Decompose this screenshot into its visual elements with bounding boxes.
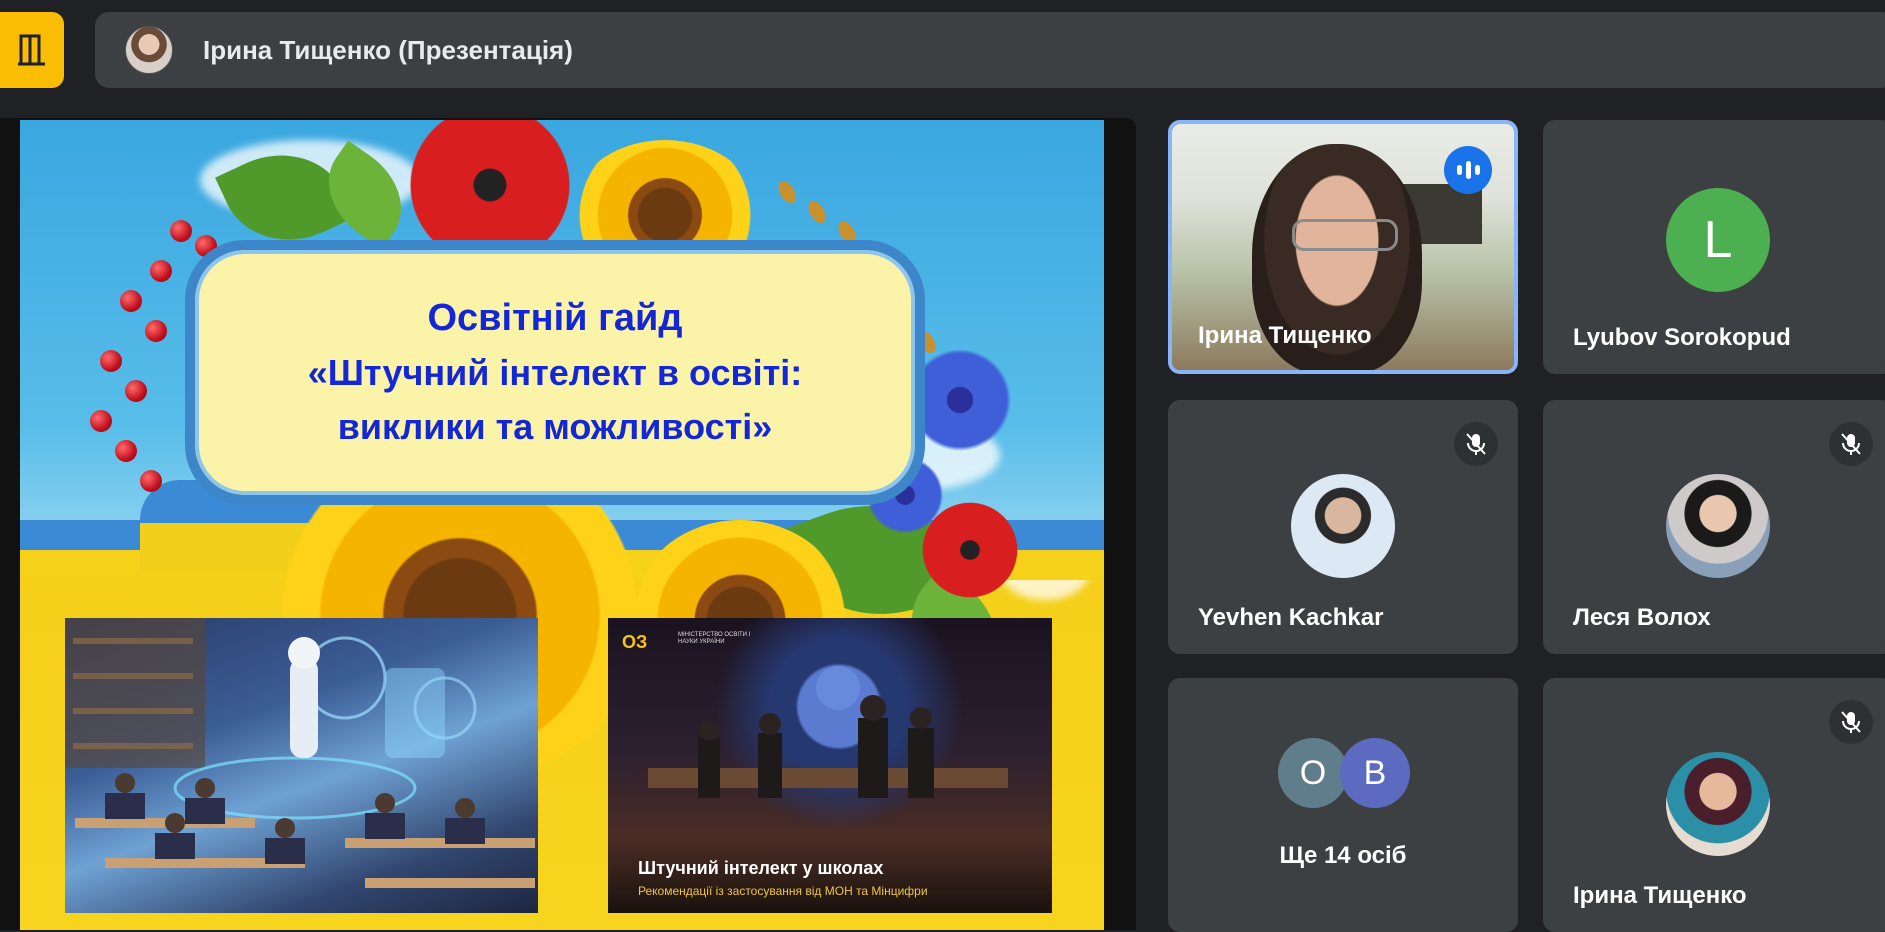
image-caption-subtitle: Рекомендації із застосування від МОН та … [638, 884, 928, 898]
presenter-title: Ірина Тищенко (Презентація) [203, 34, 573, 65]
berry-decoration [145, 320, 167, 342]
leave-call-button[interactable] [0, 12, 64, 88]
participant-name: Ірина Тищенко [1573, 882, 1747, 909]
more-participants-label: Ще 14 осіб [1279, 842, 1407, 869]
participant-name: Леся Волох [1573, 604, 1711, 631]
classroom-ai-image [65, 618, 538, 913]
participant-avatar: B [1340, 738, 1410, 808]
slide-title-line2: «Штучний інтелект в освіті: [307, 352, 803, 393]
more-participants-tile[interactable]: O B Ще 14 осіб [1168, 678, 1518, 932]
berry-decoration [115, 440, 137, 462]
participant-tile[interactable]: Леся Волох [1543, 400, 1885, 654]
presenter-avatar [125, 26, 173, 74]
participant-tile[interactable]: Ірина Тищенко [1543, 678, 1885, 932]
berry-decoration [120, 290, 142, 312]
participant-avatar [1666, 752, 1770, 856]
slide-title-frame: Освітній гайд «Штучний інтелект в освіті… [185, 240, 925, 505]
participant-name: Lyubov Sorokopud [1573, 324, 1791, 351]
classroom-illustration [65, 618, 535, 888]
berry-decoration [100, 350, 122, 372]
slide-title-line3: виклики та можливості» [337, 406, 773, 447]
wheat-decoration [804, 198, 830, 226]
berry-decoration [170, 220, 192, 242]
library-illustration [648, 666, 1008, 798]
berry-decoration [150, 260, 172, 282]
ai-in-schools-image: ОЗ МІНІСТЕРСТВО ОСВІТИ І НАУКИ УКРАЇНИ Ш… [608, 618, 1052, 913]
participant-avatar [1666, 474, 1770, 578]
presentation-title-bar[interactable]: Ірина Тищенко (Презентація) [95, 12, 1885, 88]
participant-tile[interactable]: Yevhen Kachkar [1168, 400, 1518, 654]
participant-name: Yevhen Kachkar [1198, 604, 1384, 631]
participant-name: Ірина Тищенко [1198, 322, 1372, 349]
participant-glasses [1292, 219, 1398, 251]
presentation-slide: Освітній гайд «Штучний інтелект в освіті… [20, 120, 1104, 930]
participant-tile-speaker[interactable]: Ірина Тищенко [1168, 120, 1518, 374]
wheat-decoration [774, 178, 800, 206]
berry-decoration [125, 380, 147, 402]
berry-decoration [140, 470, 162, 492]
participant-avatar: L [1666, 188, 1770, 292]
participant-avatar: O [1278, 738, 1348, 808]
slide-title-line1: Освітній гайд [427, 297, 683, 339]
image-caption-title: Штучний інтелект у школах [638, 858, 884, 878]
more-participants-avatars: O B [1278, 738, 1418, 808]
mic-off-icon [1454, 422, 1498, 466]
door-exit-icon [18, 34, 45, 66]
mic-off-icon [1829, 700, 1873, 744]
berry-decoration [90, 410, 112, 432]
participant-tile[interactable]: L Lyubov Sorokopud [1543, 120, 1885, 374]
mic-off-icon [1829, 422, 1873, 466]
speaking-indicator-icon [1444, 146, 1492, 194]
participant-avatar [1291, 474, 1395, 578]
shared-presentation[interactable]: Освітній гайд «Штучний інтелект в освіті… [0, 118, 1136, 930]
